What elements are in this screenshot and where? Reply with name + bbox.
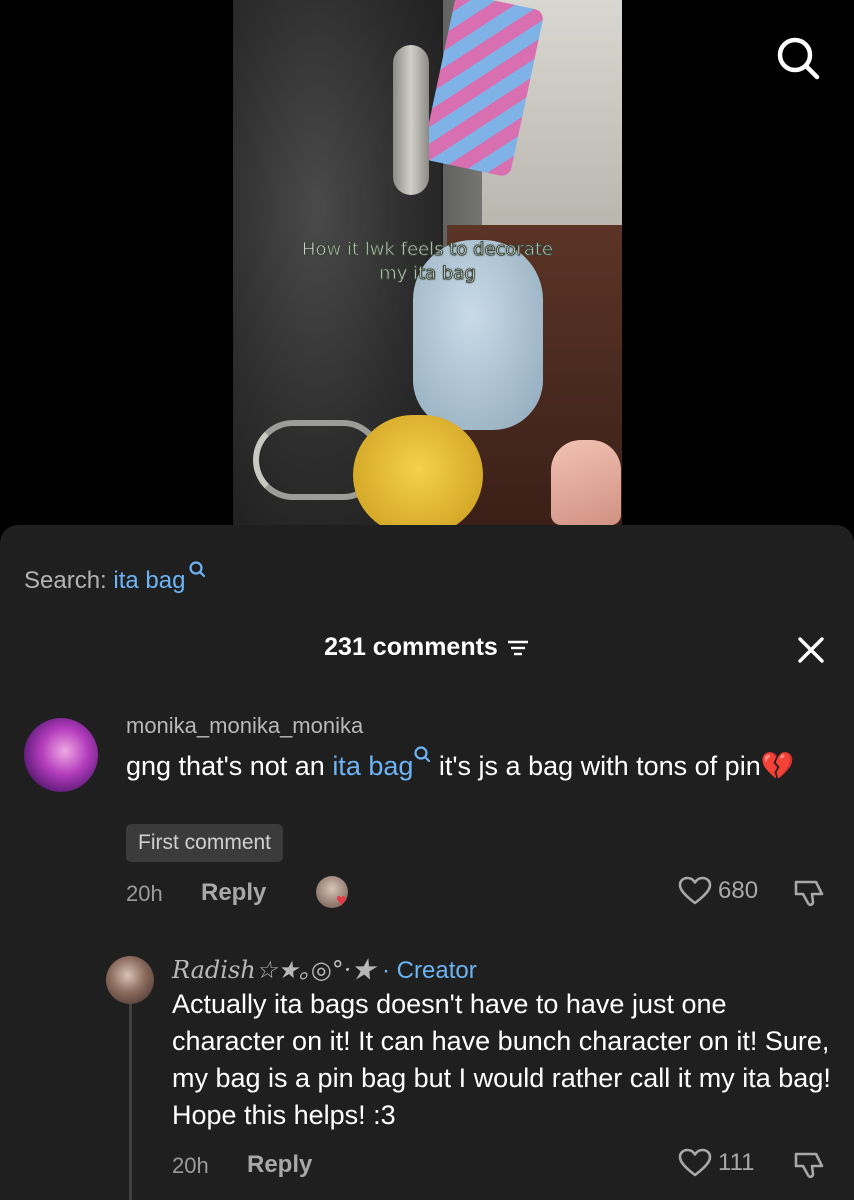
comment-text-after: it's js a bag with tons of pin: [431, 751, 761, 781]
reply-text: Actually ita bags doesn't have to have j…: [172, 989, 831, 1130]
comment-count: 231 comments: [324, 633, 498, 661]
thread-line: [129, 1002, 132, 1200]
name-separator: ·: [375, 957, 397, 984]
comments-header: 231 comments: [0, 633, 854, 667]
comment-text-before: gng that's not an: [126, 751, 333, 781]
reply-actions: 20h Reply 111: [172, 1148, 836, 1188]
reply-button[interactable]: Reply: [247, 1151, 312, 1179]
comment-text: gng that's not an ita bag it's js a bag …: [126, 745, 826, 784]
like-button[interactable]: 111: [678, 1148, 754, 1178]
broken-heart-emoji: 💔: [760, 751, 795, 781]
like-count: 111: [718, 1149, 755, 1176]
thumbs-down-icon: [794, 880, 824, 907]
creator-label: Creator: [396, 957, 477, 984]
video-caption: How it lwk feels to decorate my ita bag: [233, 238, 622, 286]
caption-line-2: my ita bag: [379, 263, 477, 285]
caption-line-1: How it lwk feels to decorate: [302, 239, 554, 261]
comments-sheet: Search: ita bag 231 comments monika_moni…: [0, 525, 854, 1200]
yellow-plush-keychain: [353, 415, 483, 525]
hand: [551, 440, 621, 525]
thumbs-down-icon: [794, 1152, 824, 1179]
search-prefix: Search:: [24, 567, 107, 594]
first-comment-badge: First comment: [126, 824, 284, 862]
search-button[interactable]: [770, 30, 826, 86]
reply-username[interactable]: Radish☆★｡◎°·★: [172, 956, 375, 984]
avatar[interactable]: [106, 956, 154, 1004]
creator-heart-icon: ♥: [336, 890, 347, 910]
video-frame[interactable]: How it lwk feels to decorate my ita bag: [233, 0, 622, 525]
comment-search-link[interactable]: ita bag: [332, 751, 413, 781]
search-small-icon: [189, 561, 206, 578]
like-count: 680: [718, 877, 759, 904]
heart-outline-icon: [678, 876, 712, 905]
comment-username[interactable]: monika_monika_monika: [126, 713, 363, 739]
dislike-button[interactable]: [792, 876, 826, 910]
close-icon: [798, 637, 824, 663]
reply-time: 20h: [172, 1153, 209, 1178]
reply-username-row[interactable]: Radish☆★｡◎°·★ · Creator: [172, 950, 477, 985]
like-button[interactable]: 680: [678, 876, 758, 906]
search-icon: [777, 37, 820, 80]
video-player[interactable]: How it lwk feels to decorate my ita bag: [0, 0, 854, 545]
reply-button[interactable]: Reply: [201, 879, 266, 907]
comment-count-row[interactable]: 231 comments: [0, 633, 854, 662]
filter-icon[interactable]: [506, 637, 530, 659]
close-button[interactable]: [794, 633, 828, 667]
search-small-icon: [414, 746, 431, 763]
search-keyword[interactable]: ita bag: [113, 567, 185, 594]
avatar[interactable]: [24, 718, 98, 792]
zipper-pull: [393, 45, 429, 195]
comment-time: 20h: [126, 881, 163, 906]
heart-outline-icon: [678, 1148, 712, 1177]
comment-actions: 20h Reply ♥ 680: [126, 876, 836, 916]
search-suggestion[interactable]: Search: ita bag: [24, 560, 206, 595]
dislike-button[interactable]: [792, 1148, 826, 1182]
